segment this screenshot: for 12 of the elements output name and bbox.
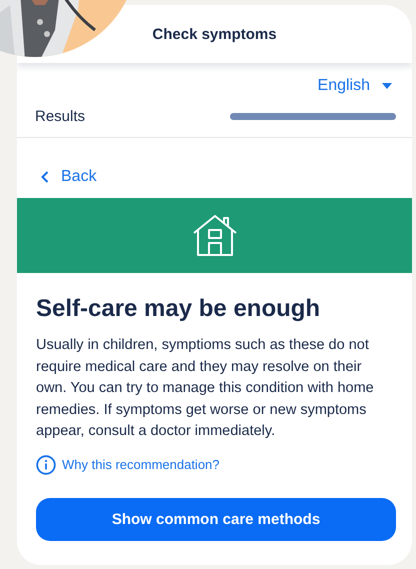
- result-title: Self-care may be enough: [36, 295, 322, 323]
- info-icon: [36, 454, 56, 474]
- progress-label: Results: [35, 108, 86, 125]
- back-link[interactable]: Back: [41, 168, 97, 186]
- chevron-left-icon: [41, 171, 49, 183]
- result-description: Usually in children, symptioms such as these do not require medical care and they may resolve on their own. You can try to manage this condition with home remedies. If symptoms get worse or new symptoms appear, consult a doctor immediately.: [36, 336, 375, 441]
- house-icon: [192, 214, 236, 256]
- caret-icon: [382, 83, 392, 89]
- show-care-methods-button[interactable]: Show common care methods: [36, 498, 396, 540]
- language-dropdown[interactable]: English: [318, 77, 392, 95]
- page-title: Check symptoms: [152, 26, 277, 42]
- info-link[interactable]: Why this recommendation?: [36, 454, 220, 474]
